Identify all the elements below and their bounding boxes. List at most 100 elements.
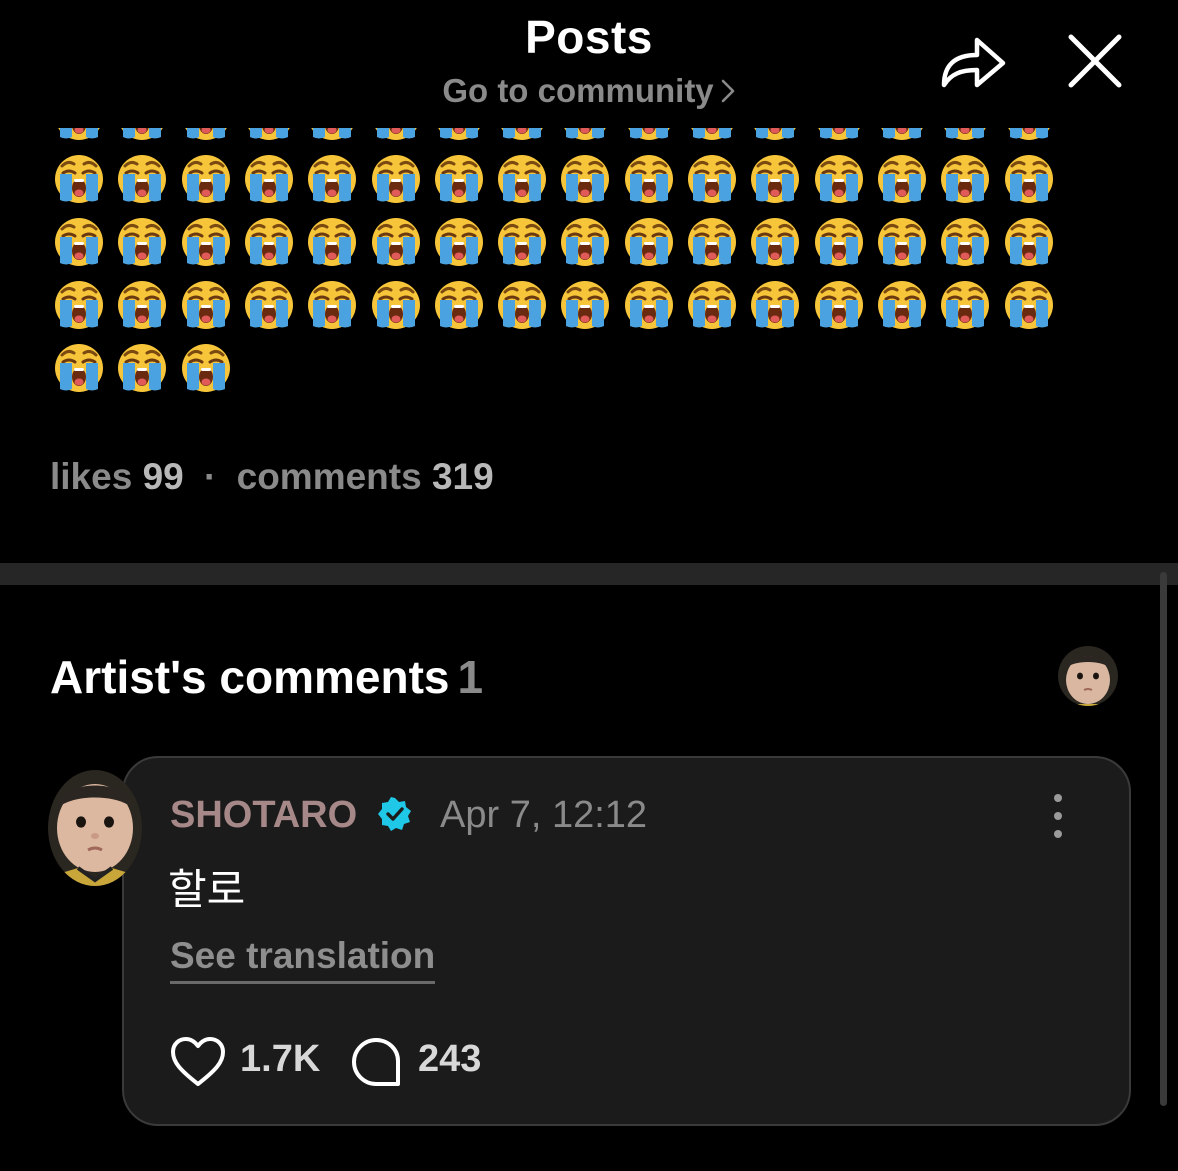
crying-face-emoji [181,280,231,330]
crying-face-emoji [371,128,421,141]
share-button[interactable] [938,26,1008,96]
crying-face-emoji [244,128,294,141]
crying-face-emoji [497,128,547,141]
comments-label: comments [236,456,422,497]
stats-separator: · [204,456,217,497]
crying-face-emoji [687,217,737,267]
close-button[interactable] [1060,26,1130,96]
crying-face-emoji [371,217,421,267]
crying-face-emoji [687,128,737,141]
crying-face-emoji [877,128,927,141]
crying-face-emoji [307,128,357,141]
crying-face-emoji [877,217,927,267]
scrollbar[interactable] [1160,572,1167,1106]
crying-face-emoji [624,217,674,267]
crying-face-emoji [117,343,167,393]
crying-face-emoji [940,280,990,330]
see-translation-link[interactable]: See translation [170,935,436,984]
crying-face-emoji [244,217,294,267]
crying-face-emoji [814,128,864,141]
comment-text: 할로 [168,865,246,914]
crying-face-emoji [877,280,927,330]
crying-face-emoji [117,217,167,267]
artist-comments-heading: Artist's comments 1 [50,650,483,704]
verified-badge-icon [378,797,412,831]
crying-face-emoji [624,154,674,204]
dot [1054,794,1062,802]
crying-face-emoji [117,128,167,141]
crying-face-emoji [814,280,864,330]
crying-face-emoji [750,280,800,330]
crying-face-emoji [54,343,104,393]
crying-face-emoji [307,280,357,330]
heart-icon[interactable] [170,1036,226,1088]
crying-face-emoji [117,280,167,330]
crying-face-emoji [877,154,927,204]
crying-face-emoji [1004,280,1054,330]
crying-face-emoji [940,128,990,141]
crying-face-emoji [497,217,547,267]
crying-face-emoji [624,280,674,330]
crying-face-emoji [940,217,990,267]
crying-face-emoji [560,217,610,267]
crying-face-emoji [940,154,990,204]
crying-face-emoji [1004,128,1054,141]
crying-face-emoji [307,154,357,204]
crying-face-emoji [814,217,864,267]
comment-timestamp: Apr 7, 12:12 [440,794,648,836]
crying-face-emoji [497,154,547,204]
comments-count: 319 [431,456,494,497]
post-stats: likes 99 · comments 319 [50,456,494,498]
crying-face-emoji [750,217,800,267]
header: Posts Go to community [0,0,1178,128]
crying-face-emoji [814,154,864,204]
reply-bubble-icon[interactable] [350,1036,402,1088]
artist-comments-count: 1 [457,651,484,703]
crying-face-emoji [497,280,547,330]
crying-face-emoji [750,154,800,204]
crying-face-emoji [434,154,484,204]
crying-face-emoji [560,128,610,141]
crying-face-emoji [560,280,610,330]
more-options-button[interactable] [1038,794,1078,838]
share-icon [941,37,1006,88]
crying-face-emoji [434,217,484,267]
likes-count: 99 [142,456,184,497]
crying-face-emoji [54,217,104,267]
crying-face-emoji [181,154,231,204]
crying-face-emoji [244,280,294,330]
crying-face-emoji [687,154,737,204]
crying-face-emoji [1004,217,1054,267]
section-divider [0,563,1178,585]
community-link-label: Go to community [442,72,714,109]
crying-face-emoji [181,128,231,141]
crying-face-emoji [687,280,737,330]
crying-face-emoji [560,154,610,204]
close-icon [1068,34,1122,88]
artist-avatar-small[interactable] [1058,646,1118,706]
comment-reply-count: 243 [418,1038,482,1080]
crying-face-emoji [434,280,484,330]
comment-author[interactable]: SHOTARO [170,794,357,837]
author-avatar[interactable] [48,770,142,886]
comment-like-count: 1.7K [240,1038,321,1080]
crying-face-emoji [181,343,231,393]
crying-face-emoji [307,217,357,267]
crying-face-emoji [434,128,484,141]
crying-face-emoji [750,128,800,141]
crying-face-emoji [371,154,421,204]
crying-face-emoji [117,154,167,204]
crying-face-emoji [54,280,104,330]
dot [1054,812,1062,820]
crying-face-emoji [54,128,104,141]
chevron-right-icon [720,74,736,112]
post-body [0,128,1178,408]
crying-face-emoji [371,280,421,330]
crying-face-emoji [244,154,294,204]
likes-label: likes [50,456,133,497]
dot [1054,830,1062,838]
crying-face-emoji [624,128,674,141]
crying-face-emoji [1004,154,1054,204]
artist-comments-title: Artist's comments [50,651,450,703]
crying-face-emoji [181,217,231,267]
